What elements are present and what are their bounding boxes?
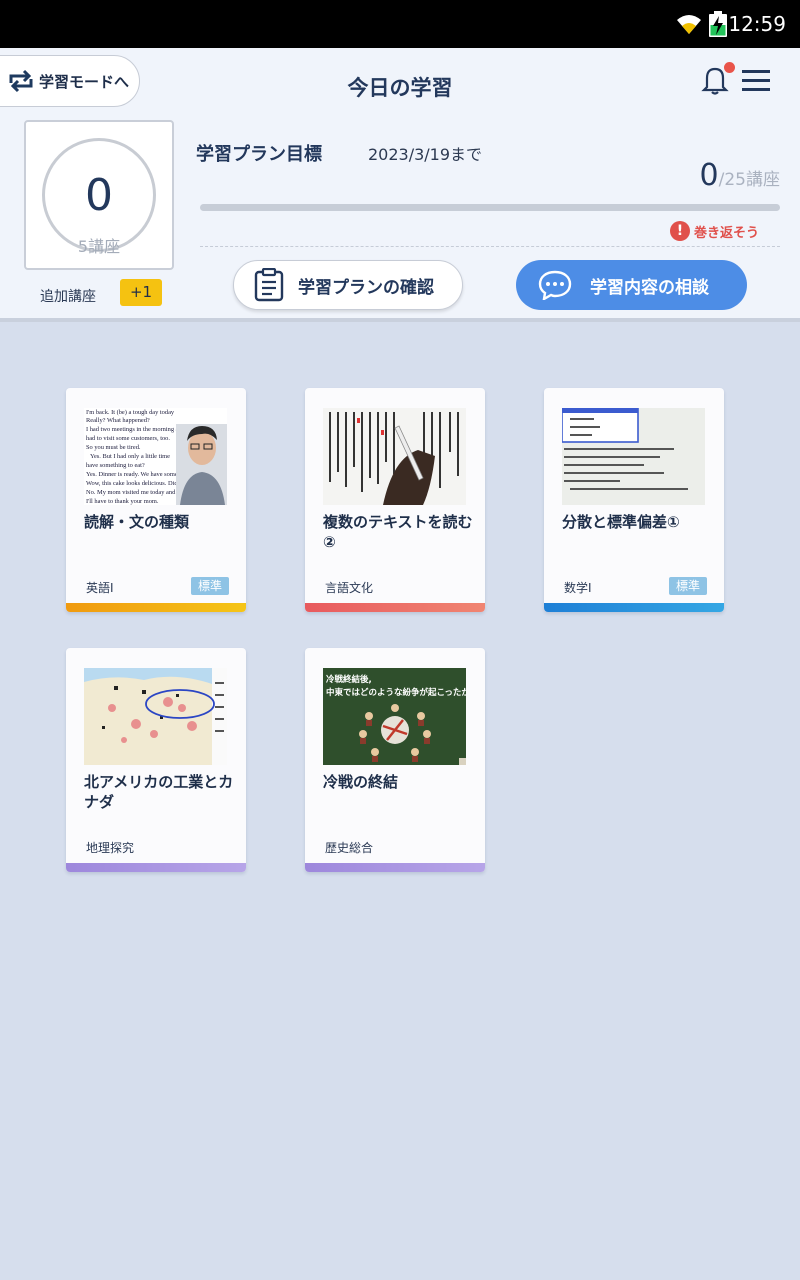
math-lesson-image: [562, 408, 705, 505]
english-line: So you must be tired.: [86, 444, 141, 451]
lesson-subject: 英語Ⅰ: [86, 581, 114, 595]
added-lectures-label: 追加講座: [40, 289, 96, 305]
english-line: I'll have to thank your mom.: [86, 498, 159, 505]
subject-color-bar: [305, 603, 485, 612]
lesson-card[interactable]: 北アメリカの工業とカナダ 地理探究: [66, 648, 246, 872]
subject-color-bar: [66, 603, 246, 612]
english-line: I had two meetings in the morning and: [86, 426, 186, 433]
subject-color-bar: [66, 863, 246, 872]
lesson-title: 分散と標準偏差①: [562, 513, 680, 531]
chat-bubble-icon: [538, 270, 572, 300]
english-lesson-image: I'm back. It (be) a tough day today Real…: [84, 408, 227, 505]
lesson-title: 読解・文の種類: [84, 513, 190, 531]
lesson-thumbnail-english: I'm back. It (be) a tough day today Real…: [84, 408, 227, 505]
consult-button[interactable]: 学習内容の相談: [516, 260, 747, 310]
english-line: had to visit some customers, too.: [86, 435, 170, 442]
lesson-subject: 地理探究: [86, 841, 135, 855]
clock: 12:59: [728, 12, 786, 36]
plan-progress-count: 0/25講座: [700, 158, 780, 193]
lesson-subject: 歴史総合: [325, 841, 374, 855]
lesson-subject: 数学Ⅰ: [564, 581, 592, 595]
lesson-thumbnail-geography: [84, 668, 227, 765]
check-plan-button[interactable]: 学習プランの確認: [233, 260, 463, 310]
lecture-count-box: 0 5講座: [24, 120, 174, 270]
alert-icon: !: [670, 221, 690, 241]
check-plan-label: 学習プランの確認: [298, 277, 434, 298]
lesson-title: 北アメリカの工業とカナダ: [84, 773, 234, 811]
subject-color-bar: [305, 863, 485, 872]
clipboard-icon: [254, 268, 284, 302]
added-lectures-badge: +1: [120, 279, 162, 306]
page-title: 今日の学習: [347, 76, 453, 100]
lesson-card[interactable]: 冷戦終結後, 中東ではどのような紛争が起こったか 冷戦の終結 歴史総合: [305, 648, 485, 872]
lesson-title: 冷戦の終結: [323, 773, 399, 791]
lesson-card[interactable]: I'm back. It (be) a tough day today Real…: [66, 388, 246, 612]
lesson-level-badge: 標準: [191, 577, 229, 595]
plan-progress-bar: [200, 204, 780, 211]
catch-up-warning: ! 巻き返そう: [670, 221, 759, 241]
history-caption-1: 冷戦終結後,: [326, 674, 372, 685]
plan-goal-label: 学習プラン目標: [196, 144, 322, 165]
today-header: 学習モードへ 今日の学習 0 5講座 追加講座 +1 学習プラン目標 2023/…: [0, 48, 800, 322]
english-line: Yes. But I had only a little time: [90, 453, 170, 460]
japanese-text-lesson-image: [323, 408, 466, 505]
lesson-thumbnail-math: [562, 408, 705, 505]
lesson-thumbnail-japanese: [323, 408, 466, 505]
english-line: Wow, this cake looks delicious. Did you: [86, 480, 190, 487]
notification-dot: [724, 62, 735, 73]
lesson-card[interactable]: 分散と標準偏差① 数学Ⅰ 標準: [544, 388, 724, 612]
lesson-subject: 言語文化: [325, 581, 374, 595]
english-line: Really? What happened?: [86, 417, 150, 424]
english-line: have something to eat?: [86, 462, 145, 469]
subject-color-bar: [544, 603, 724, 612]
lecture-count-unit: 5講座: [77, 237, 121, 256]
catch-up-text: 巻き返そう: [694, 225, 760, 241]
cold-war-lesson-image: 冷戦終結後, 中東ではどのような紛争が起こったか: [323, 668, 466, 765]
lesson-thumbnail-history: 冷戦終結後, 中東ではどのような紛争が起こったか: [323, 668, 466, 765]
consult-label: 学習内容の相談: [590, 277, 709, 298]
plan-done-count: 0: [699, 158, 719, 193]
wifi-icon: [677, 15, 701, 34]
plan-total-count: /25講座: [718, 170, 780, 190]
battery-charging-icon: [709, 11, 727, 37]
history-caption-2: 中東ではどのような紛争が起こったか: [326, 687, 466, 698]
english-line: No. My mom visited me today and: [86, 489, 176, 496]
lesson-title: 複数のテキストを読む②: [323, 513, 473, 551]
divider: [200, 246, 780, 247]
lecture-count: 0: [85, 170, 113, 221]
english-line: I'm back. It (be) a tough day today: [86, 409, 175, 416]
plan-goal-date: 2023/3/19まで: [368, 145, 483, 164]
status-bar: 12:59: [0, 0, 800, 48]
lesson-level-badge: 標準: [669, 577, 707, 595]
north-america-map-image: [84, 668, 227, 765]
lesson-card[interactable]: 複数のテキストを読む② 言語文化: [305, 388, 485, 612]
menu-icon[interactable]: [742, 68, 770, 92]
